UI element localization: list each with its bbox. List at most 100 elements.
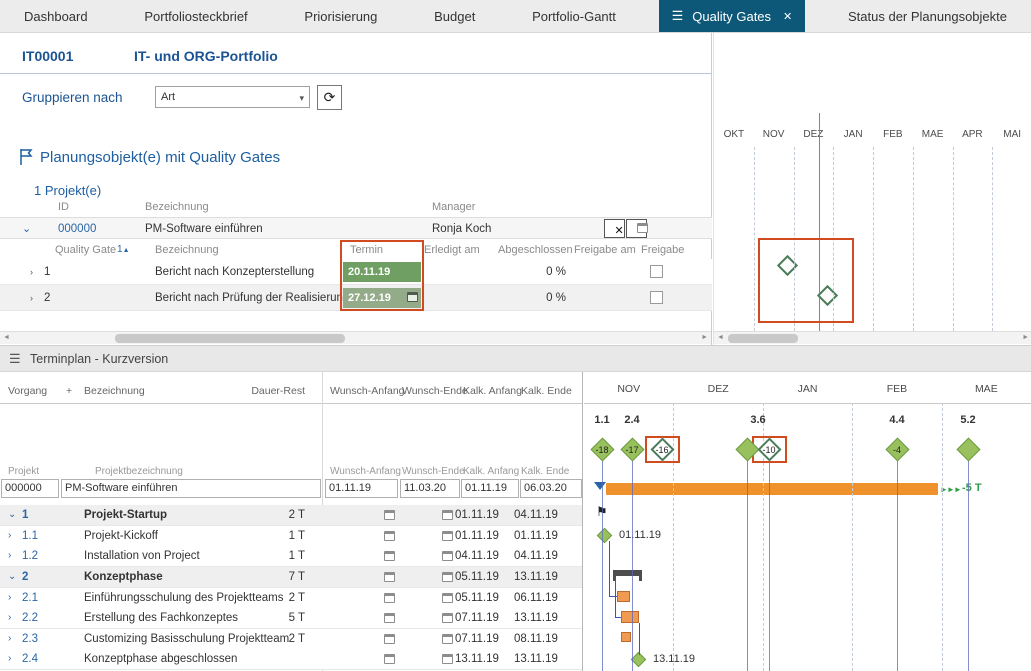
task-row[interactable]: ›1.1Projekt-Kickoff1 T01.11.1901.11.19 <box>0 526 582 547</box>
terminplan-gantt: NOVDEZJANFEBMAE ►►► -5 T ⚑ 01.11.19 13.1… <box>584 372 1031 671</box>
freigabe-checkbox[interactable] <box>650 291 663 304</box>
kalk-ende-date: 08.11.19 <box>514 629 558 649</box>
wunsch-ende-calendar-icon[interactable] <box>442 531 453 541</box>
wunsch-anfang-calendar-icon[interactable] <box>384 510 395 520</box>
wunsch-anfang-calendar-icon[interactable] <box>384 654 395 664</box>
month-label: MAI <box>992 129 1031 140</box>
mini-horizontal-scrollbar[interactable]: ◄ ► <box>714 331 1031 344</box>
task-number: 1.1 <box>22 526 38 546</box>
task-row[interactable]: ›2.3Customizing Basisschulung Projekttea… <box>0 629 582 650</box>
expander-icon[interactable]: › <box>30 259 33 285</box>
kalk-anfang-date: 07.11.19 <box>455 629 499 649</box>
kalk-anfang-date: 04.11.19 <box>455 546 499 566</box>
expander-icon[interactable]: ⌄ <box>8 567 16 587</box>
milestone-value: -18 <box>587 445 617 455</box>
milestone-value: -4 <box>882 445 912 455</box>
tab-status-der-planungsobjekte[interactable]: Status der Planungsobjekte <box>834 0 1021 32</box>
kalk-anfang-date: 05.11.19 <box>455 567 499 587</box>
task-duration: 2 T <box>255 629 305 649</box>
expander-icon[interactable]: › <box>8 649 11 669</box>
wunsch-ende-calendar-icon[interactable] <box>442 613 453 623</box>
wunsch-anfang-calendar-icon[interactable] <box>384 634 395 644</box>
wunsch-anfang-calendar-icon[interactable] <box>384 531 395 541</box>
scrollbar-thumb[interactable] <box>115 334 345 343</box>
month-gridline <box>673 403 674 671</box>
project-summary-bar[interactable] <box>606 483 938 495</box>
task-bar[interactable] <box>621 632 631 642</box>
task-name: Konzeptphase abgeschlossen <box>84 649 237 669</box>
wunsch-ende-calendar-icon[interactable] <box>442 593 453 603</box>
tab-label: Priorisierung <box>304 9 377 24</box>
wunsch-ende-calendar-icon[interactable] <box>442 572 453 582</box>
quality-gate-diamond[interactable] <box>777 255 798 276</box>
milestone-label: 3.6 <box>743 414 773 426</box>
wunsch-anfang-calendar-icon[interactable] <box>384 593 395 603</box>
konzeptphase-summary-bar[interactable] <box>613 570 642 576</box>
gate-number: 2 <box>44 285 50 311</box>
task-row[interactable]: ›2.1Einführungsschulung des Projektteams… <box>0 588 582 609</box>
scroll-right-icon[interactable]: ► <box>1022 334 1029 341</box>
task-row[interactable]: ›1.2Installation von Project1 T04.11.190… <box>0 546 582 567</box>
expander-icon[interactable]: › <box>8 546 11 566</box>
task-number: 1 <box>22 505 28 525</box>
kalk-anfang-date: 05.11.19 <box>455 588 499 608</box>
wunsch-anfang-calendar-icon[interactable] <box>384 613 395 623</box>
tab-priorisierung[interactable]: Priorisierung <box>290 0 391 32</box>
task-bar[interactable] <box>617 591 630 602</box>
kalk-anfang-date: 01.11.19 <box>455 505 499 525</box>
terminplan-rows: ⌄1Projekt-Startup2 T01.11.1904.11.19›1.1… <box>0 372 582 671</box>
quality-gate-diamond[interactable] <box>817 285 838 306</box>
scroll-left-icon[interactable]: ◄ <box>717 334 724 341</box>
gate-line <box>602 460 603 671</box>
task-row[interactable]: ›2.4Konzeptphase abgeschlossen13.11.1913… <box>0 649 582 670</box>
expander-icon[interactable]: ⌄ <box>8 505 16 525</box>
month-label: MAE <box>942 383 1031 395</box>
wunsch-ende-calendar-icon[interactable] <box>442 551 453 561</box>
menu-icon[interactable]: ☰ <box>9 346 21 372</box>
expander-icon[interactable]: › <box>30 285 33 311</box>
expander-icon[interactable]: › <box>8 588 11 608</box>
tab-dashboard[interactable]: Dashboard <box>10 0 102 32</box>
task-row[interactable]: ⌄1Projekt-Startup2 T01.11.1904.11.19 <box>0 505 582 526</box>
scrollbar-thumb[interactable] <box>728 334 798 343</box>
task-row[interactable]: ›2.2Erstellung des Fachkonzeptes5 T07.11… <box>0 608 582 629</box>
tab-budget[interactable]: Budget <box>420 0 489 32</box>
wunsch-anfang-calendar-icon[interactable] <box>384 551 395 561</box>
month-label: APR <box>953 129 993 140</box>
milestone-label: 1.1 <box>587 414 617 426</box>
quality-gate-row[interactable]: › 2 Bericht nach Prüfung der Realisierung2… <box>0 285 712 311</box>
quality-gate-row[interactable]: ›1Bericht nach Konzepterstellung20.11.19… <box>0 259 712 285</box>
terminplan-section-bar: ☰ Terminplan - Kurzversion <box>0 345 1031 372</box>
wunsch-ende-calendar-icon[interactable] <box>442 510 453 520</box>
quality-gate-milestone[interactable] <box>956 437 980 461</box>
expander-icon[interactable]: › <box>8 629 11 649</box>
qg-horizontal-scrollbar[interactable]: ◄ ► <box>0 331 711 344</box>
task-duration: 1 T <box>255 526 305 546</box>
freigabe-checkbox[interactable] <box>650 265 663 278</box>
expander-icon[interactable]: › <box>8 526 11 546</box>
wunsch-ende-calendar-icon[interactable] <box>442 634 453 644</box>
task-name: Einführungsschulung des Projektteams <box>84 588 283 608</box>
month-label: MAE <box>913 129 953 140</box>
termin-date-cell[interactable]: 27.12.19 <box>343 288 421 308</box>
scroll-right-icon[interactable]: ► <box>701 334 708 341</box>
expander-icon[interactable]: › <box>8 608 11 628</box>
task-bar[interactable] <box>621 611 639 623</box>
scroll-left-icon[interactable]: ◄ <box>3 334 10 341</box>
tab-portfolio-gantt[interactable]: Portfolio-Gantt <box>518 0 630 32</box>
quality-gates-panel: IT00001 IT- und ORG-Portfolio Gruppieren… <box>0 33 712 345</box>
close-tab-icon[interactable]: ✕ <box>783 10 792 23</box>
month-gridline <box>852 403 853 671</box>
wunsch-anfang-calendar-icon[interactable] <box>384 572 395 582</box>
termin-date-cell[interactable]: 20.11.19 <box>343 262 421 282</box>
wunsch-ende-calendar-icon[interactable] <box>442 654 453 664</box>
tab-portfoliosteckbrief[interactable]: Portfoliosteckbrief <box>130 0 261 32</box>
gate-line <box>968 460 969 671</box>
mini-timeline-months: OKTNOVDEZJANFEBMAEAPRMAI <box>714 129 1031 140</box>
tab-quality-gates[interactable]: ☰Quality Gates✕ <box>659 0 806 32</box>
task-row[interactable]: ⌄2Konzeptphase7 T05.11.1913.11.19 <box>0 567 582 588</box>
kalk-ende-date: 13.11.19 <box>514 567 558 587</box>
gate-name: Bericht nach Prüfung der Realisierung <box>155 285 349 311</box>
mini-gantt-panel: OKTNOVDEZJANFEBMAEAPRMAI ◄ ► <box>713 33 1031 345</box>
milestone-label: 2.4 <box>617 414 647 426</box>
